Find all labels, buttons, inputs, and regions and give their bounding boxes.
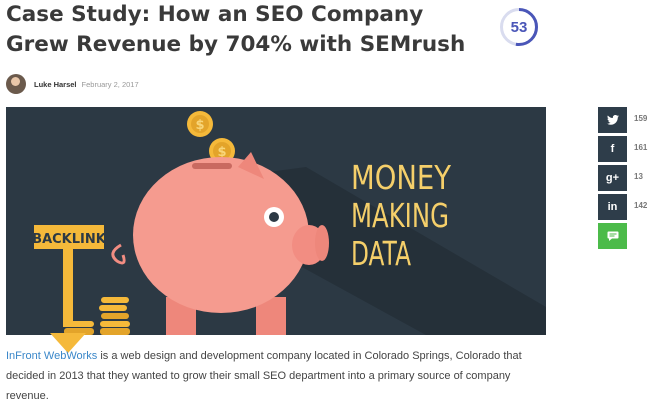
article-intro: InFront WebWorks is a web design and dev… [6,346,546,406]
backlink-label: BACKLINK [32,232,107,247]
google-plus-icon: g+ [605,172,620,184]
twitter-count: 159 [634,114,648,123]
article-title: Case Study: How an SEO Company Grew Reve… [6,2,466,57]
comment-icon [607,231,618,241]
linkedin-count: 142 [634,201,648,210]
comment-button[interactable] [598,223,627,249]
linkedin-icon: in [607,201,618,213]
google-plus-share-button[interactable]: g+ 13 [598,165,643,191]
hero-headline-line-3: DATA [351,234,411,273]
facebook-icon: f [610,143,615,155]
google-plus-count: 13 [634,172,643,181]
backlink-sign: BACKLINK [32,225,107,327]
coin-stack-icon [64,297,130,335]
coin-icon: $ [187,111,213,137]
linkedin-share-button[interactable]: in 142 [598,194,647,220]
author-avatar[interactable] [6,74,26,94]
coin-symbol: $ [195,118,204,133]
author-name[interactable]: Luke Harsel [34,80,77,89]
score-value: 53 [510,18,528,36]
facebook-share-button[interactable]: f 161 [598,136,647,162]
hero-headline-line-1: MONEY [351,158,452,197]
score-badge[interactable]: 53 [500,8,538,46]
publish-date: February 2, 2017 [81,79,139,89]
hero-headline-line-2: MAKING [351,196,449,235]
twitter-icon [606,115,619,125]
article-meta: Luke Harsel February 2, 2017 [6,74,139,94]
twitter-share-button[interactable]: 159 [598,107,647,133]
hero-image: $ $ BACKLINK MONEY MAKING DATA [6,107,546,335]
infront-webworks-link[interactable]: InFront WebWorks [6,350,97,362]
share-bar: 159 f 161 g+ 13 in 142 [598,107,647,252]
facebook-count: 161 [634,143,648,152]
